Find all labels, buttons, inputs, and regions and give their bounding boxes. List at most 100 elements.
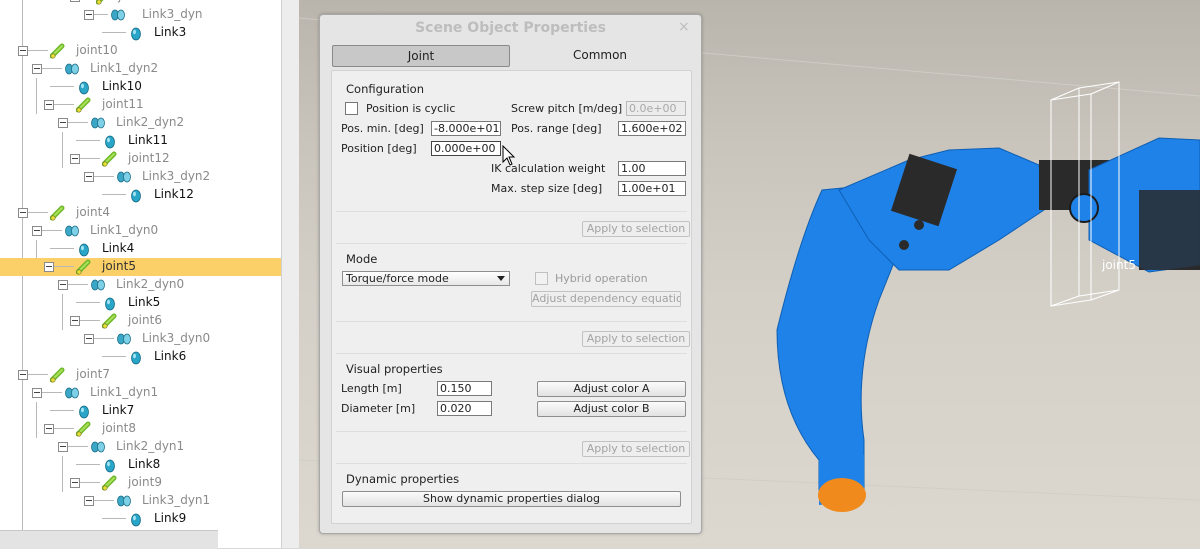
tree-line	[94, 176, 114, 177]
collapse-toggle-icon[interactable]	[70, 0, 80, 2]
collapse-toggle-icon[interactable]	[84, 172, 94, 182]
tree-row[interactable]: Link3_dyn0	[0, 330, 281, 348]
close-icon[interactable]: ×	[678, 19, 690, 35]
tree-row[interactable]: Link10	[0, 78, 281, 96]
apply-configuration-button[interactable]: Apply to selection	[582, 221, 690, 237]
servo	[1139, 190, 1200, 270]
tree-row[interactable]: Link1_dyn1	[0, 384, 281, 402]
tree-row[interactable]: joint12	[0, 150, 281, 168]
tab-common[interactable]: Common	[512, 45, 688, 65]
tab-joint[interactable]: Joint	[332, 45, 510, 67]
tree-line	[50, 248, 74, 249]
tree-row[interactable]: Link3_dyn	[0, 6, 281, 24]
tree-item-label: Link2_dyn2	[116, 115, 185, 129]
tree-row[interactable]: Link3	[0, 24, 281, 42]
tree-row[interactable]: Link4	[0, 240, 281, 258]
collapse-toggle-icon[interactable]	[70, 316, 80, 326]
adjust-color-b-button[interactable]: Adjust color B	[537, 401, 686, 417]
pos-min-field[interactable]: -8.000e+01	[431, 121, 501, 136]
tree-row[interactable]: Link6	[0, 348, 281, 366]
diameter-field[interactable]: 0.020	[437, 401, 492, 416]
tree-line	[68, 446, 88, 447]
collapse-toggle-icon[interactable]	[44, 262, 54, 272]
tree-row[interactable]: Link2_dyn1	[0, 438, 281, 456]
tree-row[interactable]: Link12	[0, 186, 281, 204]
collapse-toggle-icon[interactable]	[70, 154, 80, 164]
max-step-field[interactable]: 1.00e+01	[618, 181, 686, 196]
position-field[interactable]: 0.000e+00	[431, 141, 501, 156]
apply-visual-button[interactable]: Apply to selection	[582, 441, 690, 457]
tree-row[interactable]: joint8	[0, 420, 281, 438]
tree-row[interactable]: Link8	[0, 456, 281, 474]
tree-line	[80, 482, 100, 483]
adjust-color-a-button[interactable]: Adjust color A	[537, 381, 686, 397]
mode-select-value: Torque/force mode	[346, 272, 449, 285]
tree-row[interactable]: joint10	[0, 42, 281, 60]
tree-line	[42, 68, 62, 69]
length-label: Length [m]	[341, 382, 402, 395]
tree-line	[42, 230, 62, 231]
tree-line	[54, 428, 74, 429]
tree-item-label: Link4	[102, 241, 135, 255]
collapse-toggle-icon[interactable]	[70, 478, 80, 488]
position-cyclic-label: Position is cyclic	[366, 102, 456, 115]
tree-row[interactable]: Link7	[0, 402, 281, 420]
hierarchy-scrollbar[interactable]	[281, 0, 300, 548]
collapse-toggle-icon[interactable]	[84, 334, 94, 344]
collapse-toggle-icon[interactable]	[32, 388, 42, 398]
screw-pitch-label: Screw pitch [m/deg]	[511, 102, 623, 115]
tree-row[interactable]: joint11	[0, 96, 281, 114]
tree-row[interactable]: Link1_dyn0	[0, 222, 281, 240]
collapse-toggle-icon[interactable]	[18, 370, 28, 380]
tree-item-label: joint6	[128, 313, 162, 327]
pos-range-field[interactable]: 1.600e+02	[618, 121, 686, 136]
ik-weight-field[interactable]: 1.00	[618, 161, 686, 176]
collapse-toggle-icon[interactable]	[44, 424, 54, 434]
tree-row[interactable]: Link3_dyn1	[0, 492, 281, 510]
dynamic-properties-heading: Dynamic properties	[346, 472, 460, 486]
show-dynamic-properties-button[interactable]: Show dynamic properties dialog	[342, 491, 681, 507]
tree-row[interactable]: Link1_dyn2	[0, 60, 281, 78]
diameter-label: Diameter [m]	[341, 402, 416, 415]
scene-hierarchy[interactable]: joint3 Link3_dyn Link3 joint10 Link1_dyn2 Lin…	[0, 0, 282, 548]
tree-row[interactable]: joint4	[0, 204, 281, 222]
collapse-toggle-icon[interactable]	[18, 208, 28, 218]
tree-row[interactable]: joint9	[0, 474, 281, 492]
collapse-toggle-icon[interactable]	[58, 118, 68, 128]
apply-mode-button[interactable]: Apply to selection	[582, 331, 690, 347]
tree-line	[54, 266, 74, 267]
tree-item-label: Link9	[154, 511, 187, 525]
length-field[interactable]: 0.150	[437, 381, 492, 396]
tree-row[interactable]: Link2_dyn0	[0, 276, 281, 294]
tree-line	[102, 32, 126, 33]
divider	[336, 211, 687, 212]
tree-row[interactable]: joint5	[0, 258, 281, 276]
collapse-toggle-icon[interactable]	[58, 442, 68, 452]
tree-item-label: Link10	[102, 79, 142, 93]
adjust-dependency-button[interactable]: Adjust dependency equation	[531, 291, 681, 307]
collapse-toggle-icon[interactable]	[44, 100, 54, 110]
tree-row[interactable]: Link9	[0, 510, 281, 528]
hybrid-operation-checkbox[interactable]	[535, 272, 548, 285]
tree-row[interactable]: Link11	[0, 132, 281, 150]
tree-line	[94, 500, 114, 501]
position-cyclic-checkbox[interactable]	[345, 102, 358, 115]
tree-item-label: Link2_dyn1	[116, 439, 185, 453]
tree-row[interactable]: joint6	[0, 312, 281, 330]
tree-row[interactable]: Link3_dyn2	[0, 168, 281, 186]
screw-pitch-field[interactable]: 0.0e+00	[626, 101, 686, 116]
tree-item-label: Link2_dyn0	[116, 277, 185, 291]
collapse-toggle-icon[interactable]	[84, 10, 94, 20]
collapse-toggle-icon[interactable]	[32, 64, 42, 74]
tree-item-label: Link3_dyn1	[142, 493, 211, 507]
collapse-toggle-icon[interactable]	[58, 280, 68, 290]
tree-row[interactable]: Link2_dyn2	[0, 114, 281, 132]
mode-select[interactable]: Torque/force mode	[342, 271, 510, 286]
tree-row[interactable]: joint7	[0, 366, 281, 384]
collapse-toggle-icon[interactable]	[32, 226, 42, 236]
tree-row[interactable]: Link5	[0, 294, 281, 312]
hierarchy-horizontal-scrollbar[interactable]	[0, 530, 218, 549]
collapse-toggle-icon[interactable]	[84, 496, 94, 506]
collapse-toggle-icon[interactable]	[18, 46, 28, 56]
tree-item-label: joint4	[76, 205, 110, 219]
